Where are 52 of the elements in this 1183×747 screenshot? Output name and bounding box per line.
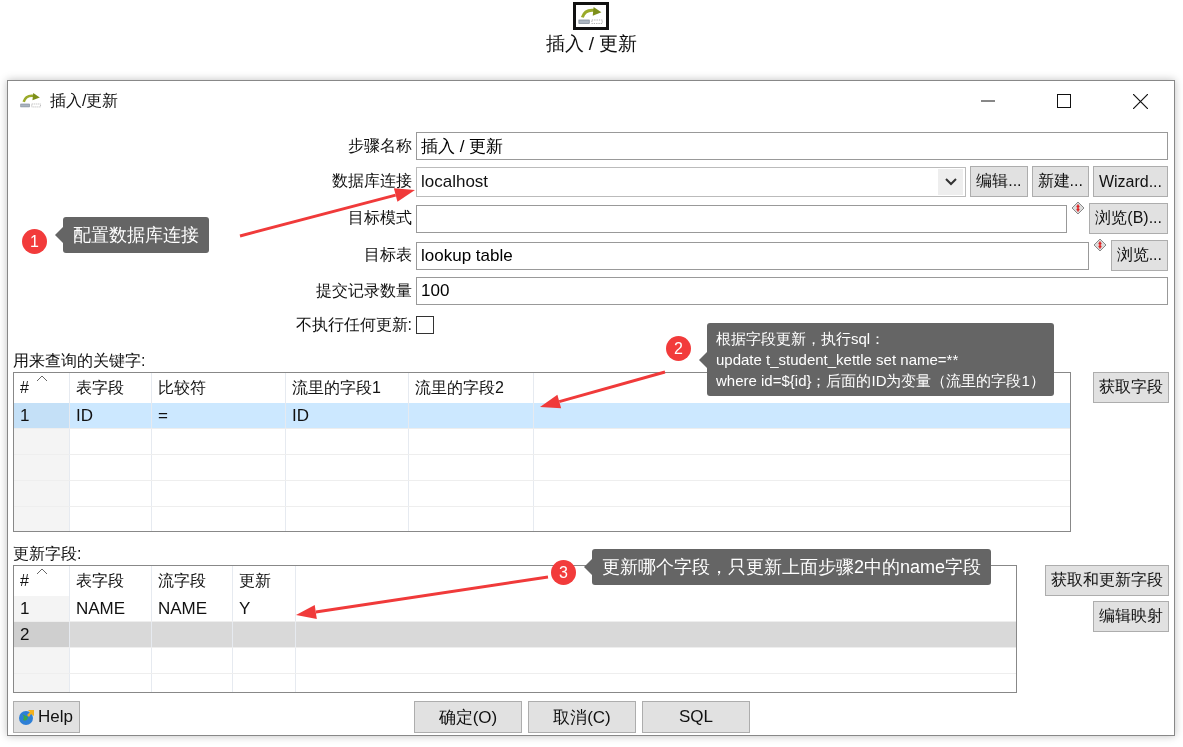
table-cell: = (152, 403, 286, 428)
table-cell: NAME (152, 596, 233, 621)
maximize-icon (1057, 94, 1071, 108)
sort-caret-icon (36, 375, 48, 382)
field-label: 步骤名称 (347, 135, 412, 156)
callout-pointer-icon (584, 559, 592, 576)
field-label: 不执行任何更新: (294, 314, 412, 335)
field-label: 数据库连接 (331, 171, 412, 191)
field-label: 目标表 (363, 245, 412, 265)
dialog-button[interactable]: 浏览... (1110, 240, 1168, 271)
dialog-button[interactable]: SQL (641, 701, 750, 733)
annotation-tooltip: 根据字段更新，执行sql： update t_student_kettle set name=** where id=${id}；后面的ID为变量（流里的字段1） (707, 323, 1054, 396)
table-cell: ID (286, 403, 409, 428)
dialog-button[interactable]: 获取和更新字段 (1045, 565, 1169, 596)
text-field[interactable]: lookup table (416, 241, 1089, 270)
table-cell: Y (233, 596, 296, 621)
field-label: 目标模式 (347, 208, 412, 228)
row-number-cell: 2 (14, 622, 70, 647)
dialog-button[interactable]: 编辑... (970, 166, 1028, 197)
sort-caret-icon (36, 568, 48, 575)
get-fields-button[interactable]: 获取字段 (1093, 372, 1169, 403)
callout-pointer-icon (55, 227, 63, 244)
dialog-button[interactable]: 浏览(B)... (1089, 203, 1168, 234)
field-label: 提交记录数量 (315, 280, 412, 301)
dropdown-chevron-icon (944, 177, 957, 186)
help-button[interactable]: Help (13, 701, 80, 733)
table-cell: ID (70, 403, 152, 428)
text-field[interactable]: 插入 / 更新 (416, 132, 1168, 160)
row-number-cell: 1 (14, 403, 70, 428)
section-label: 更新字段: (13, 544, 82, 564)
globe-icon (18, 708, 36, 726)
text-field[interactable]: 100 (416, 277, 1168, 305)
dialog-button[interactable]: Wizard... (1092, 166, 1168, 197)
window-title: 插入/更新 (50, 90, 120, 111)
close-icon (1132, 93, 1148, 109)
dialog-button[interactable]: 编辑映射 (1093, 601, 1169, 632)
dialog-button[interactable]: 取消(C) (527, 701, 636, 733)
step-label: 插入 / 更新 (545, 32, 638, 57)
minimize-icon (981, 100, 995, 102)
insert-update-icon (20, 93, 42, 109)
annotation-tooltip: 配置数据库连接 (63, 217, 209, 254)
section-label: 用来查询的关键字: (13, 351, 146, 371)
dialog-button[interactable]: 新建... (1031, 166, 1089, 197)
row-number-cell: 1 (14, 596, 70, 621)
checkbox[interactable] (416, 316, 434, 334)
table-cell: NAME (70, 596, 152, 621)
annotation-tooltip: 更新哪个字段，只更新上面步骤2中的name字段 (592, 549, 992, 586)
connection-dropdown[interactable]: localhost (416, 166, 967, 197)
insert-update-icon (577, 7, 604, 26)
dialog-button[interactable]: 确定(O) (413, 701, 522, 733)
text-field[interactable] (416, 204, 1068, 233)
callout-pointer-icon (699, 351, 707, 368)
